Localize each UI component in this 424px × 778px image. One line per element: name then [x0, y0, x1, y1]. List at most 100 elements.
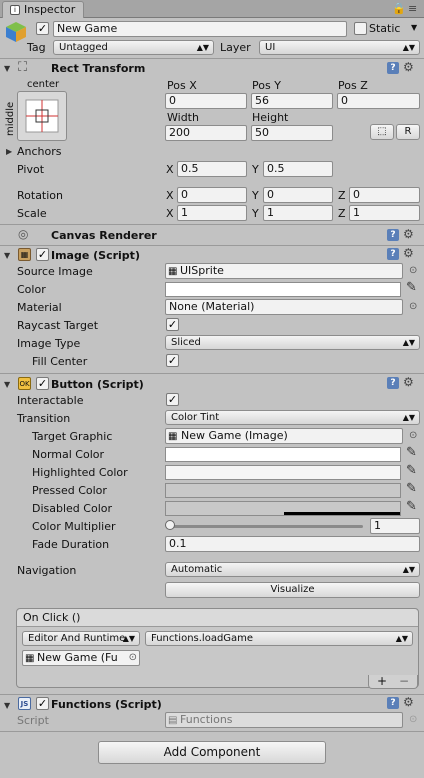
help-icon[interactable]: ? — [387, 62, 399, 74]
rect-transform-icon: ⛶ — [18, 60, 28, 75]
blueprint-mode-button[interactable]: ⬚ — [370, 124, 394, 140]
runtime-dropdown[interactable]: Editor And Runtime ▲▼ — [22, 631, 140, 646]
pos-x-field[interactable]: 0 — [165, 93, 247, 109]
disabled-color-swatch[interactable] — [165, 501, 401, 516]
pivot-y-axis-label: Y — [252, 163, 259, 176]
eyedropper-icon[interactable]: ✎ — [406, 499, 417, 514]
transition-value: Color Tint — [171, 412, 220, 423]
rotation-z-field[interactable]: 0 — [349, 187, 420, 203]
object-name-field[interactable]: New Game — [53, 21, 347, 37]
pressed-color-swatch[interactable] — [165, 483, 401, 498]
script-value: Functions — [180, 713, 233, 726]
pivot-x-field[interactable]: 0.5 — [177, 161, 247, 177]
material-field[interactable]: None (Material) — [165, 299, 403, 315]
image-title: Image (Script) — [51, 249, 140, 262]
pivot-y-field[interactable]: 0.5 — [263, 161, 333, 177]
remove-event-button[interactable]: − — [399, 674, 409, 688]
height-header: Height — [252, 111, 289, 124]
visualize-button[interactable]: Visualize — [165, 582, 420, 598]
color-multiplier-slider-thumb[interactable] — [165, 520, 175, 530]
rotation-y-field[interactable]: 0 — [263, 187, 333, 203]
object-picker-icon[interactable]: ⊙ — [128, 651, 137, 665]
rotation-x-field[interactable]: 0 — [177, 187, 247, 203]
interactable-label: Interactable — [17, 394, 84, 407]
layer-label: Layer — [220, 41, 251, 54]
layer-dropdown[interactable]: UI ▲▼ — [259, 40, 420, 55]
target-graphic-label: Target Graphic — [32, 430, 113, 443]
chevron-down-icon: ▲▼ — [402, 413, 415, 422]
gear-icon[interactable]: ⚙ — [403, 60, 414, 74]
help-icon[interactable]: ? — [387, 377, 399, 389]
tag-label: Tag — [27, 41, 46, 54]
anchor-presets-button[interactable] — [17, 91, 67, 141]
navigation-dropdown[interactable]: Automatic ▲▼ — [165, 562, 420, 577]
normal-color-swatch[interactable] — [165, 447, 401, 462]
button-enabled-checkbox[interactable]: ✓ — [36, 377, 49, 390]
functions-enabled-checkbox[interactable]: ✓ — [36, 697, 49, 710]
color-multiplier-slider-track[interactable] — [170, 525, 363, 528]
source-image-label: Source Image — [17, 265, 93, 278]
color-multiplier-label: Color Multiplier — [32, 520, 116, 533]
source-image-field[interactable]: ▦ UISprite — [165, 263, 403, 279]
foldout-arrow-icon[interactable]: ▼ — [4, 251, 10, 260]
rotation-z-axis-label: Z — [338, 189, 346, 202]
target-graphic-field[interactable]: ▦ New Game (Image) — [165, 428, 403, 444]
fill-center-checkbox[interactable]: ✓ — [166, 354, 179, 367]
image-type-dropdown[interactable]: Sliced ▲▼ — [165, 335, 420, 350]
anchors-foldout-icon[interactable]: ▶ — [6, 147, 12, 156]
pos-y-header: Pos Y — [252, 79, 281, 92]
function-value: Functions.loadGame — [151, 633, 254, 644]
color-swatch[interactable] — [165, 282, 401, 297]
gear-icon[interactable]: ⚙ — [403, 227, 414, 241]
foldout-arrow-icon[interactable]: ▼ — [4, 701, 10, 710]
object-picker-icon[interactable]: ⊙ — [409, 430, 417, 441]
function-dropdown[interactable]: Functions.loadGame ▲▼ — [145, 631, 413, 646]
gear-icon[interactable]: ⚙ — [403, 375, 414, 389]
height-field[interactable]: 50 — [251, 125, 333, 141]
fade-duration-field[interactable]: 0.1 — [165, 536, 420, 552]
raycast-target-checkbox[interactable]: ✓ — [166, 318, 179, 331]
image-enabled-checkbox[interactable]: ✓ — [36, 248, 49, 261]
anchor-v-label: middle — [5, 101, 16, 136]
raw-edit-button[interactable]: R — [396, 124, 420, 140]
color-multiplier-field[interactable]: 1 — [370, 518, 420, 534]
rotation-label: Rotation — [17, 189, 64, 202]
foldout-arrow-icon[interactable]: ▼ — [4, 380, 10, 389]
object-picker-icon[interactable]: ⊙ — [409, 301, 417, 312]
pos-z-field[interactable]: 0 — [337, 93, 420, 109]
width-field[interactable]: 200 — [165, 125, 247, 141]
help-icon[interactable]: ? — [387, 248, 399, 260]
eyedropper-icon[interactable]: ✎ — [406, 481, 417, 496]
gear-icon[interactable]: ⚙ — [403, 695, 414, 709]
scale-z-field[interactable]: 1 — [349, 205, 420, 221]
static-checkbox[interactable] — [354, 22, 367, 35]
divider — [0, 694, 424, 695]
transition-dropdown[interactable]: Color Tint ▲▼ — [165, 410, 420, 425]
eyedropper-icon[interactable]: ✎ — [406, 463, 417, 478]
pos-y-field[interactable]: 56 — [251, 93, 333, 109]
chevron-down-icon: ▲▼ — [402, 43, 415, 52]
sprite-icon: ▦ — [168, 266, 178, 277]
add-component-button[interactable]: Add Component — [98, 741, 326, 764]
window-menu-icon[interactable]: ≡ — [408, 2, 417, 15]
gear-icon[interactable]: ⚙ — [403, 246, 414, 260]
object-picker-icon[interactable]: ⊙ — [409, 265, 417, 276]
foldout-arrow-icon[interactable]: ▼ — [4, 64, 10, 73]
help-icon[interactable]: ? — [387, 697, 399, 709]
highlighted-color-swatch[interactable] — [165, 465, 401, 480]
event-object-field[interactable]: ▦ New Game (Fu ⊙ — [22, 650, 140, 666]
active-checkbox[interactable]: ✓ — [36, 22, 49, 35]
interactable-checkbox[interactable]: ✓ — [166, 393, 179, 406]
fade-duration-label: Fade Duration — [32, 538, 110, 551]
tag-dropdown[interactable]: Untagged ▲▼ — [53, 40, 214, 55]
eyedropper-icon[interactable]: ✎ — [406, 280, 417, 295]
add-event-button[interactable]: + — [377, 674, 387, 688]
lock-icon[interactable]: 🔒 — [392, 2, 406, 15]
divider — [0, 224, 424, 225]
eyedropper-icon[interactable]: ✎ — [406, 445, 417, 460]
static-dropdown-icon[interactable]: ▼ — [411, 23, 417, 32]
tab-inspector[interactable]: i Inspector — [2, 1, 84, 18]
scale-y-field[interactable]: 1 — [263, 205, 333, 221]
help-icon[interactable]: ? — [387, 229, 399, 241]
scale-x-field[interactable]: 1 — [177, 205, 247, 221]
